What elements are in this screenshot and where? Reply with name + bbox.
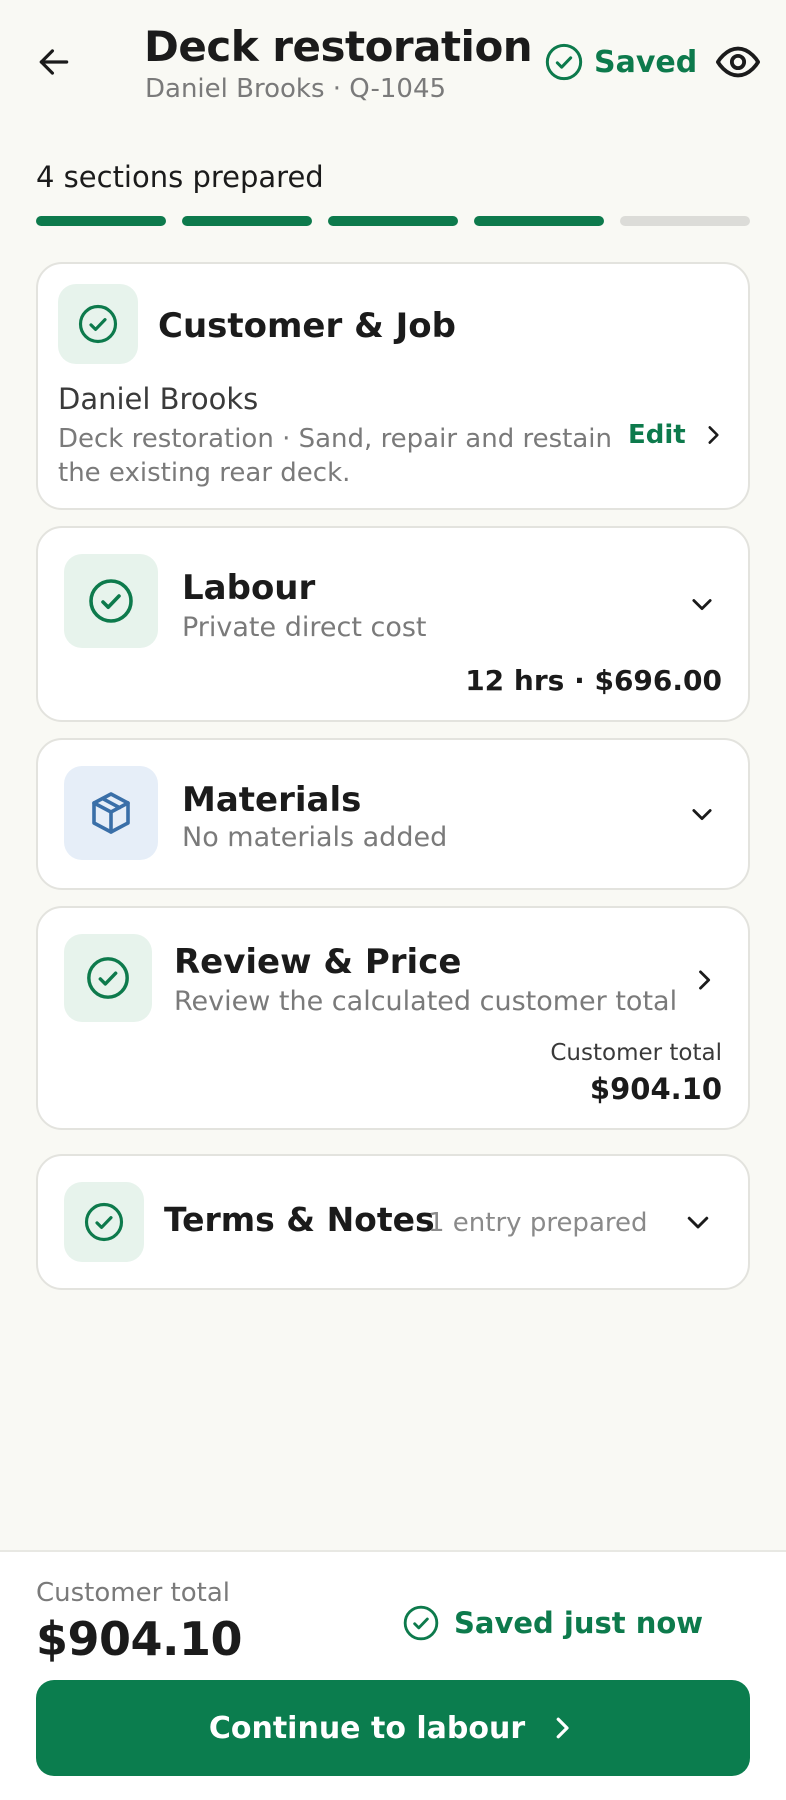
materials-status-badge xyxy=(64,766,158,860)
save-status: Saved just now xyxy=(402,1604,703,1642)
materials-card[interactable]: Materials No materials added xyxy=(36,738,750,890)
chevron-right-icon xyxy=(708,426,719,444)
review-total-value: $904.10 xyxy=(589,1072,722,1106)
footer-bar: Customer total $904.10 Saved just now Co… xyxy=(0,1550,786,1800)
check-circle-icon xyxy=(87,957,129,999)
review-price-card[interactable]: Review & Price Review the calculated cus… xyxy=(36,906,750,1130)
footer-total-value: $904.10 xyxy=(36,1612,243,1666)
terms-title: Terms & Notes xyxy=(164,1200,435,1239)
edit-label: Edit xyxy=(628,420,686,450)
customer-job-card: Customer & Job Daniel Brooks Deck restor… xyxy=(36,262,750,510)
labour-title: Labour xyxy=(182,568,316,608)
review-open-button[interactable] xyxy=(684,960,724,1000)
save-status-label: Saved just now xyxy=(454,1606,704,1640)
chevron-down-icon xyxy=(687,1216,709,1229)
materials-expand-button[interactable] xyxy=(682,794,722,834)
check-circle-icon xyxy=(403,1605,439,1641)
page-title: Deck restoration xyxy=(144,22,533,71)
continue-button[interactable]: Continue to labour xyxy=(36,1680,750,1776)
back-button[interactable] xyxy=(30,38,78,86)
chevron-down-icon xyxy=(692,809,712,821)
progress-segment xyxy=(328,216,458,226)
page-subtitle: Daniel Brooks · Q-1045 xyxy=(145,74,447,104)
labour-summary: 12 hrs · $696.00 xyxy=(465,664,722,697)
chevron-down-icon xyxy=(692,599,712,611)
back-arrow-icon xyxy=(39,49,69,75)
edit-customer-button[interactable]: Edit xyxy=(628,420,726,450)
progress-segment xyxy=(182,216,312,226)
review-status-badge xyxy=(64,934,152,1022)
preview-button[interactable] xyxy=(714,40,762,84)
progress-segment xyxy=(474,216,604,226)
eye-icon xyxy=(715,46,761,78)
saved-status: Saved xyxy=(544,42,697,82)
customer-job-title: Customer & Job xyxy=(158,306,456,346)
job-description: Deck restoration · Sand, repair and rest… xyxy=(58,424,612,488)
check-circle-icon xyxy=(89,579,133,623)
progress-label: 4 sections prepared xyxy=(36,160,324,194)
check-circle-icon xyxy=(78,304,118,344)
materials-subtitle: No materials added xyxy=(182,822,448,853)
terms-notes-card[interactable]: Terms & Notes 1 entry prepared xyxy=(36,1154,750,1290)
chevron-right-icon xyxy=(556,1717,569,1739)
terms-status-badge xyxy=(64,1182,144,1262)
continue-label: Continue to labour xyxy=(208,1710,526,1746)
footer-total-label: Customer total xyxy=(36,1578,231,1608)
labour-expand-button[interactable] xyxy=(682,584,722,624)
review-subtitle: Review the calculated customer total xyxy=(174,986,678,1017)
labour-status-badge xyxy=(64,554,158,648)
box-icon xyxy=(92,792,130,834)
labour-card[interactable]: Labour Private direct cost 12 hrs · $696… xyxy=(36,526,750,722)
terms-count: 1 entry prepared xyxy=(428,1208,648,1238)
saved-label: Saved xyxy=(594,44,698,80)
labour-subtitle: Private direct cost xyxy=(182,612,427,643)
progress-bar xyxy=(36,216,750,226)
header: Deck restoration Daniel Brooks · Q-1045 … xyxy=(0,0,786,120)
terms-expand-button[interactable] xyxy=(678,1202,718,1242)
check-circle-icon xyxy=(545,43,583,81)
customer-status-badge xyxy=(58,284,138,364)
review-total-label: Customer total xyxy=(550,1040,722,1066)
review-title: Review & Price xyxy=(174,942,462,982)
quote-editor-page: Deck restoration Daniel Brooks · Q-1045 … xyxy=(0,0,786,1800)
progress-segment xyxy=(620,216,750,226)
materials-title: Materials xyxy=(182,780,362,820)
customer-name: Daniel Brooks xyxy=(58,382,259,416)
chevron-right-icon xyxy=(699,970,711,990)
check-circle-icon xyxy=(84,1202,124,1242)
progress-segment xyxy=(36,216,166,226)
